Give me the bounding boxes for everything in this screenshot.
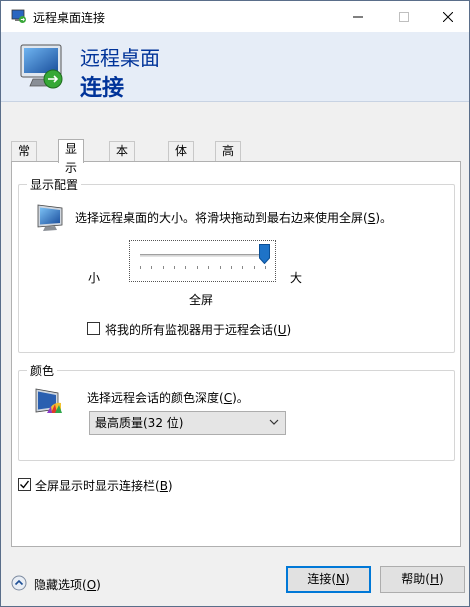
- slider-min-label: 小: [88, 271, 101, 285]
- minimize-button[interactable]: [335, 1, 381, 32]
- slider-tick: [231, 266, 232, 269]
- color-depth-select[interactable]: 最高质量(32 位): [89, 411, 286, 435]
- slider-tick: [174, 266, 175, 269]
- tab-experience[interactable]: 体验: [168, 141, 195, 177]
- slider-tick: [208, 266, 209, 269]
- display-size-slider[interactable]: [129, 240, 276, 282]
- slider-tick: [197, 266, 198, 269]
- close-icon: [443, 11, 453, 22]
- chevron-down-icon: [269, 419, 279, 425]
- colors-description: 选择远程会话的颜色深度(C)。: [87, 391, 249, 405]
- maximize-icon: [399, 11, 409, 22]
- display-config-group: 显示配置 选择远程桌面的大小。将滑块拖动到最右边来使用全屏(S)。 小 大 全屏…: [18, 176, 455, 353]
- remote-desktop-app-icon: [11, 9, 26, 23]
- window-title: 远程桌面连接: [33, 11, 106, 25]
- use-all-monitors-label[interactable]: 将我的所有监视器用于远程会话(U): [105, 321, 291, 338]
- collapse-options-icon[interactable]: [11, 575, 27, 591]
- display-config-title: 显示配置: [27, 176, 82, 193]
- tab-display[interactable]: 显示: [58, 139, 85, 175]
- colors-group: 颜色 选择远程会话的颜色深度(C)。 最高质量(32 位): [18, 362, 455, 461]
- connection-bar-label[interactable]: 全屏显示时显示连接栏(B): [35, 477, 173, 494]
- color-depth-value: 最高质量(32 位): [95, 416, 184, 430]
- slider-tick: [185, 266, 186, 269]
- banner-title-line1: 远程桌面: [80, 46, 160, 70]
- display-tab-panel: 显示配置 选择远程桌面的大小。将滑块拖动到最右边来使用全屏(S)。 小 大 全屏…: [11, 161, 461, 547]
- minimize-icon: [353, 16, 363, 17]
- slider-tick: [140, 266, 141, 269]
- color-depth-icon: [35, 388, 62, 413]
- tab-advanced[interactable]: 高级: [215, 141, 242, 177]
- slider-tick: [265, 266, 266, 269]
- slider-value-label: 全屏: [189, 293, 214, 307]
- connect-button[interactable]: 连接(N): [286, 566, 371, 593]
- slider-max-label: 大: [290, 271, 303, 285]
- header-banner: 远程桌面 连接: [1, 32, 469, 102]
- close-button[interactable]: [425, 1, 470, 32]
- hide-options-link[interactable]: 隐藏选项(O): [34, 576, 101, 593]
- slider-tick: [242, 266, 243, 269]
- colors-title: 颜色: [27, 362, 58, 379]
- banner-title-line2: 连接: [80, 76, 125, 101]
- tab-local-resources[interactable]: 本地资源: [109, 141, 136, 215]
- display-monitor-icon: [37, 204, 63, 231]
- rdp-window: 远程桌面连接 远程桌面 连接 常规 显示: [0, 0, 470, 607]
- slider-tick: [163, 266, 164, 269]
- connection-bar-checkbox[interactable]: [18, 478, 31, 491]
- display-description: 选择远程桌面的大小。将滑块拖动到最右边来使用全屏(S)。: [75, 211, 392, 225]
- remote-desktop-logo-icon: [20, 44, 63, 89]
- help-button[interactable]: 帮助(H): [380, 566, 465, 593]
- slider-track: [140, 254, 265, 257]
- slider-thumb[interactable]: [259, 244, 270, 264]
- slider-tick: [220, 266, 221, 269]
- tab-general[interactable]: 常规: [11, 141, 38, 177]
- title-bar[interactable]: 远程桌面连接: [1, 1, 469, 32]
- use-all-monitors-checkbox[interactable]: [87, 322, 100, 335]
- slider-tick: [151, 266, 152, 269]
- checkmark-icon: [20, 480, 30, 489]
- maximize-button[interactable]: [381, 1, 427, 32]
- slider-tick: [254, 266, 255, 269]
